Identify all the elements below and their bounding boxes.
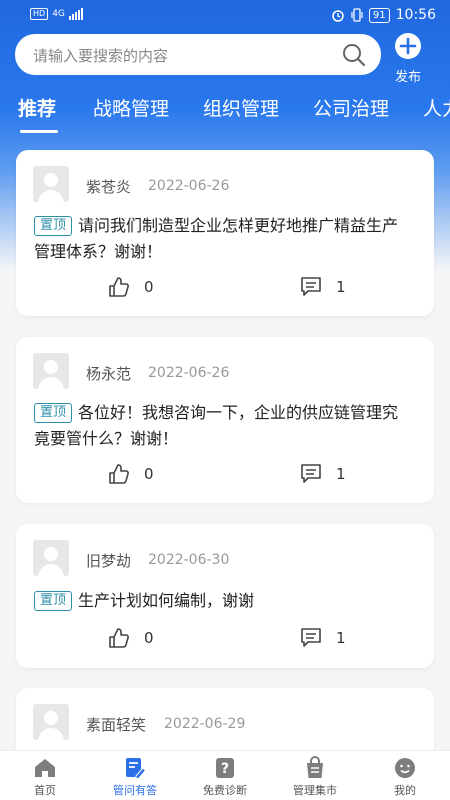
signal-icon [68,8,83,20]
alarm-icon [332,10,344,22]
post-card[interactable]: 紫苍炎 2022-06-26 置顶 请问我们制造型企业怎样更好地推广精益生产管理体… [16,150,434,316]
status-bar: HD 4G 91 10:56 [0,0,450,32]
avatar-placeholder-icon [38,547,64,576]
avatar[interactable] [33,540,69,576]
comment-button[interactable]: 1 [300,463,346,485]
nav-diagnosis-label: 免费诊断 [203,784,247,797]
tab-strategy[interactable]: 战略管理 [93,94,169,121]
thumbs-up-icon [109,628,129,648]
nav-qa-label: 管问有答 [113,784,157,797]
qa-edit-icon [126,758,147,779]
like-count: 0 [144,465,154,483]
pinned-badge: 置顶 [34,216,73,236]
post-date: 2022-06-26 [148,365,230,381]
comment-button[interactable]: 1 [300,627,346,649]
tab-recommend[interactable]: 推荐 [18,94,56,121]
status-right: 91 10:56 [331,7,436,23]
search-input[interactable]: 请输入要搜索的内容 [15,34,381,75]
status-left: HD 4G [30,8,83,20]
post-text: 生产计划如何编制，谢谢 [78,591,255,610]
bag-icon [307,756,323,778]
post-text: 各位好！我想咨询一下，企业的供应链管理究竟要管什么？谢谢！ [34,403,399,448]
post-body[interactable]: 置顶 各位好！我想咨询一下，企业的供应链管理究竟要管什么？谢谢！ [34,400,414,452]
avatar-placeholder-icon [38,360,64,389]
question-icon: ? [216,758,234,778]
comment-icon [301,464,321,483]
post-date: 2022-06-26 [148,178,230,194]
publish-label: 发布 [394,70,421,85]
tab-hr[interactable]: 人力 [423,94,450,121]
avatar[interactable] [33,353,69,389]
like-button[interactable]: 0 [108,276,154,298]
nav-profile-label: 我的 [394,784,416,797]
thumbs-up-icon [109,277,129,297]
avatar-placeholder-icon [38,711,64,740]
pinned-badge: 置顶 [34,403,73,423]
post-body[interactable]: 置顶 请问我们制造型企业怎样更好地推广精益生产管理体系？谢谢！ [34,213,414,265]
nav-qa[interactable]: 管问有答 [90,756,180,798]
user-name[interactable]: 紫苍炎 [86,176,131,197]
nav-home-label: 首页 [34,784,56,797]
nav-profile[interactable]: 我的 [360,756,450,798]
svg-text:?: ? [221,761,229,777]
thumbs-up-icon [109,464,129,484]
bottom-nav: 首页 管问有答 ? 免费诊断 管理集市 我的 [0,750,450,800]
avatar[interactable] [33,704,69,740]
nav-market-label: 管理集市 [293,784,337,797]
post-date: 2022-06-29 [164,716,246,732]
nav-diagnosis[interactable]: ? 免费诊断 [180,756,270,798]
comment-icon [301,628,321,647]
profile-icon [395,758,415,778]
post-card[interactable]: 旧梦劫 2022-06-30 置顶 生产计划如何编制，谢谢 0 1 [16,524,434,668]
clock: 10:56 [395,7,436,23]
comment-count: 1 [336,465,346,483]
like-count: 0 [144,629,154,647]
battery-level: 91 [368,7,390,23]
tab-active-indicator [20,130,58,133]
avatar-placeholder-icon [38,173,64,202]
category-tabs: 推荐 战略管理 组织管理 公司治理 人力 [0,94,450,138]
post-card[interactable]: 杨永范 2022-06-26 置顶 各位好！我想咨询一下，企业的供应链管理究竟要管… [16,337,434,503]
user-name[interactable]: 素面轻笑 [86,714,146,735]
pinned-badge: 置顶 [34,591,73,611]
like-count: 0 [144,278,154,296]
vibrate-icon [351,8,363,22]
network-label: 4G [52,9,65,19]
user-name[interactable]: 旧梦劫 [86,550,131,571]
search-placeholder: 请输入要搜索的内容 [33,47,169,65]
tab-governance[interactable]: 公司治理 [313,94,389,121]
post-text: 请问我们制造型企业怎样更好地推广精益生产管理体系？谢谢！ [34,216,399,261]
search-icon[interactable] [341,42,367,68]
avatar[interactable] [33,166,69,202]
post-body[interactable]: 置顶 生产计划如何编制，谢谢 [34,588,414,614]
plus-circle-icon [395,33,421,59]
tab-organization[interactable]: 组织管理 [203,94,279,121]
hd-icon: HD [30,8,49,20]
post-card[interactable]: 素面轻笑 2022-06-29 [16,688,434,750]
comment-count: 1 [336,629,346,647]
post-date: 2022-06-30 [148,552,230,568]
user-name[interactable]: 杨永范 [86,363,131,384]
like-button[interactable]: 0 [108,627,154,649]
home-icon [35,759,55,777]
nav-market[interactable]: 管理集市 [270,756,360,798]
comment-count: 1 [336,278,346,296]
publish-button[interactable]: 发布 [392,32,424,85]
like-button[interactable]: 0 [108,463,154,485]
comment-button[interactable]: 1 [300,276,346,298]
comment-icon [301,277,321,296]
nav-home[interactable]: 首页 [0,756,90,798]
